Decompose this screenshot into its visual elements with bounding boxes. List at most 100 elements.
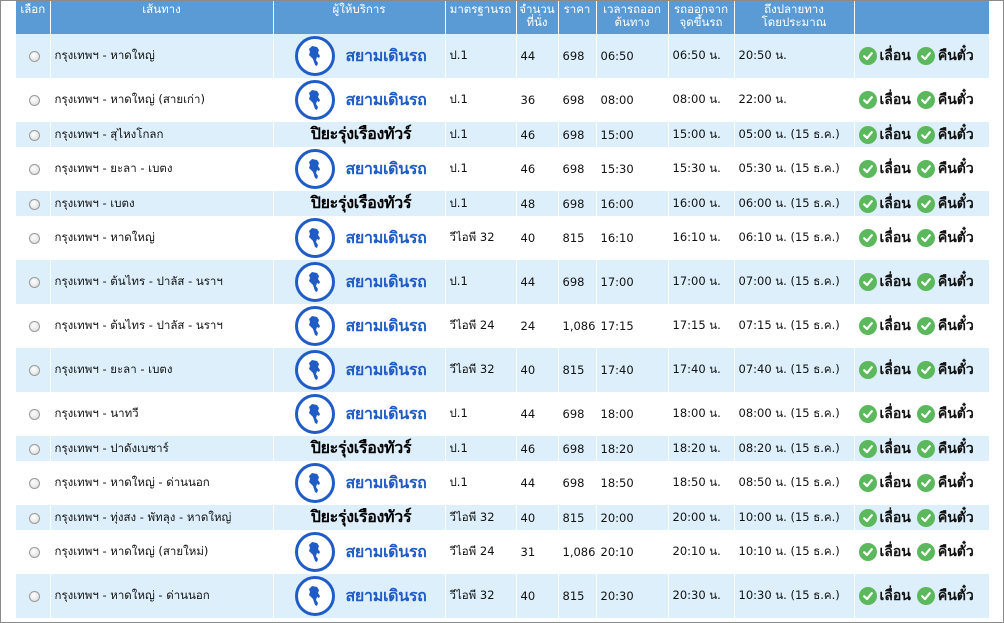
- postpone-button[interactable]: เลื่อน: [858, 507, 911, 529]
- refund-button[interactable]: คืนตั๋ว: [916, 541, 974, 563]
- refund-button[interactable]: คืนตั๋ว: [916, 271, 974, 293]
- postpone-label: เลื่อน: [879, 588, 911, 604]
- select-radio[interactable]: [29, 233, 41, 244]
- refund-button[interactable]: คืนตั๋ว: [916, 438, 974, 460]
- refund-button[interactable]: คืนตั๋ว: [916, 507, 974, 529]
- postpone-button[interactable]: เลื่อน: [858, 585, 911, 607]
- postpone-button[interactable]: เลื่อน: [858, 271, 911, 293]
- postpone-button[interactable]: เลื่อน: [858, 472, 911, 494]
- select-radio[interactable]: [29, 591, 41, 602]
- refund-label: คืนตั๋ว: [937, 588, 974, 604]
- arrive-time-cell: 06:00 น. (15 ธ.ค.): [734, 191, 855, 216]
- refund-button[interactable]: คืนตั๋ว: [916, 472, 974, 494]
- refund-button[interactable]: คืนตั๋ว: [916, 193, 974, 215]
- operator-name: ปิยะรุ่งเรืองทัวร์: [310, 193, 412, 212]
- select-radio[interactable]: [29, 164, 41, 175]
- refund-button[interactable]: คืนตั๋ว: [916, 359, 974, 381]
- refund-button[interactable]: คืนตั๋ว: [916, 403, 974, 425]
- select-radio[interactable]: [29, 129, 41, 141]
- check-circle-icon: [916, 361, 935, 379]
- siam-logo-icon: [295, 149, 336, 189]
- seats-cell: 31: [516, 530, 559, 574]
- select-radio[interactable]: [29, 409, 41, 420]
- header-board-line2: จุดขึ้นรถ: [679, 15, 723, 29]
- select-radio[interactable]: [29, 321, 41, 332]
- price-cell: 815: [558, 348, 597, 392]
- actions-cell: เลื่อน คืนตั๋ว: [854, 216, 989, 260]
- postpone-button[interactable]: เลื่อน: [858, 193, 911, 215]
- route-cell: กรุงเทพฯ - หาดใหญ่: [50, 216, 274, 260]
- operator-name: สยามเดินรถ: [345, 585, 427, 605]
- operator-cell: สยามเดินรถ: [273, 461, 446, 505]
- select-cell: [16, 304, 51, 348]
- refund-button[interactable]: คืนตั๋ว: [916, 227, 974, 249]
- check-circle-icon: [858, 317, 877, 335]
- select-radio[interactable]: [29, 51, 41, 62]
- postpone-button[interactable]: เลื่อน: [858, 359, 911, 381]
- check-circle-icon: [916, 587, 935, 605]
- select-cell: [16, 530, 51, 574]
- standard-cell: วีไอพี 32: [445, 574, 517, 618]
- board-time-cell: 08:00 น.: [668, 78, 735, 122]
- refund-label: คืนตั๋ว: [937, 161, 974, 177]
- seats-cell: 46: [516, 122, 559, 147]
- select-radio[interactable]: [29, 547, 41, 558]
- select-radio[interactable]: [29, 198, 41, 210]
- header-row: เลือก เส้นทาง ผู้ให้บริการ มาตรฐานรถ จำน…: [16, 1, 989, 34]
- table-row: กรุงเทพฯ - หาดใหญ่ - ด่านนอก สยามเดินรถ วี…: [16, 574, 989, 618]
- refund-button[interactable]: คืนตั๋ว: [916, 124, 974, 146]
- depart-time-cell: 16:10: [596, 216, 669, 260]
- siam-logo-icon: [295, 463, 336, 503]
- postpone-button[interactable]: เลื่อน: [858, 438, 911, 460]
- postpone-button[interactable]: เลื่อน: [858, 89, 911, 111]
- refund-label: คืนตั๋ว: [937, 318, 974, 334]
- select-radio[interactable]: [29, 512, 41, 524]
- postpone-button[interactable]: เลื่อน: [858, 541, 911, 563]
- select-radio[interactable]: [29, 277, 41, 288]
- header-seats-line1: จำนวน: [519, 2, 555, 16]
- select-radio[interactable]: [29, 365, 41, 376]
- select-cell: [16, 216, 51, 260]
- postpone-label: เลื่อน: [879, 406, 911, 422]
- route-cell: กรุงเทพฯ - หาดใหญ่ - ด่านนอก: [50, 461, 274, 505]
- select-radio[interactable]: [29, 478, 41, 489]
- actions-cell: เลื่อน คืนตั๋ว: [854, 348, 989, 392]
- board-time-cell: 18:50 น.: [668, 461, 735, 505]
- arrive-time-cell: 06:10 น. (15 ธ.ค.): [734, 216, 855, 260]
- select-radio[interactable]: [29, 95, 41, 106]
- refund-button[interactable]: คืนตั๋ว: [916, 89, 974, 111]
- postpone-label: เลื่อน: [879, 48, 911, 64]
- seats-cell: 48: [516, 191, 559, 216]
- actions-cell: เลื่อน คืนตั๋ว: [854, 304, 989, 348]
- operator-cell: สยามเดินรถ: [273, 304, 446, 348]
- select-cell: [16, 191, 51, 216]
- select-radio[interactable]: [29, 443, 41, 455]
- postpone-button[interactable]: เลื่อน: [858, 45, 911, 67]
- postpone-button[interactable]: เลื่อน: [858, 403, 911, 425]
- route-cell: กรุงเทพฯ - ต้นไทร - ปาลัส - นราฯ: [50, 260, 274, 304]
- board-time-cell: 16:10 น.: [668, 216, 735, 260]
- postpone-button[interactable]: เลื่อน: [858, 124, 911, 146]
- operator-name: สยามเดินรถ: [345, 403, 427, 423]
- table-row: กรุงเทพฯ - หาดใหญ่ - ด่านนอก สยามเดินรถ ป.…: [16, 461, 989, 505]
- postpone-button[interactable]: เลื่อน: [858, 315, 911, 337]
- siam-logo-icon: [295, 576, 336, 616]
- postpone-button[interactable]: เลื่อน: [858, 158, 911, 180]
- table-row: กรุงเทพฯ - ยะลา - เบตง สยามเดินรถ วีไอพี 3…: [16, 348, 989, 392]
- bus-schedule-table: เลือก เส้นทาง ผู้ให้บริการ มาตรฐานรถ จำน…: [16, 1, 989, 618]
- arrive-time-cell: 05:00 น. (15 ธ.ค.): [734, 122, 855, 147]
- postpone-button[interactable]: เลื่อน: [858, 227, 911, 249]
- select-cell: [16, 147, 51, 191]
- check-circle-icon: [916, 543, 935, 561]
- board-time-cell: 06:50 น.: [668, 34, 735, 78]
- arrive-time-cell: 22:00 น.: [734, 78, 855, 122]
- standard-cell: ป.1: [445, 436, 517, 461]
- refund-button[interactable]: คืนตั๋ว: [916, 585, 974, 607]
- refund-button[interactable]: คืนตั๋ว: [916, 45, 974, 67]
- refund-button[interactable]: คืนตั๋ว: [916, 158, 974, 180]
- refund-button[interactable]: คืนตั๋ว: [916, 315, 974, 337]
- operator-name: สยามเดินรถ: [345, 158, 427, 178]
- price-cell: 1,086: [558, 530, 597, 574]
- check-circle-icon: [916, 47, 935, 65]
- standard-cell: ป.1: [445, 34, 517, 78]
